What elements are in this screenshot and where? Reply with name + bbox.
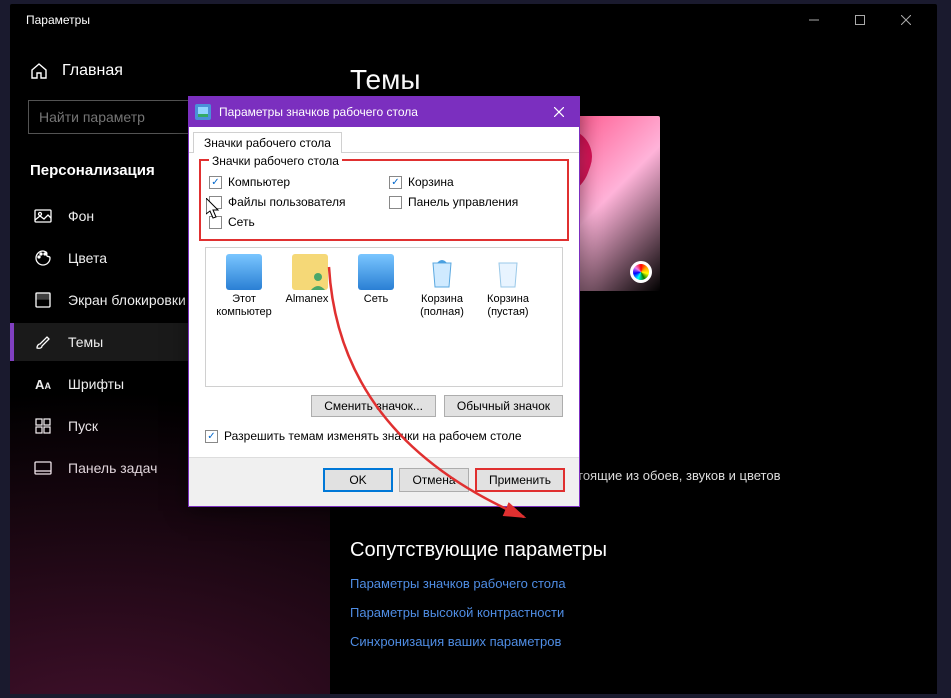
computer-icon xyxy=(226,254,262,290)
mouse-cursor xyxy=(206,198,222,220)
icon-item-recycle-full[interactable]: Корзина (полная) xyxy=(410,254,474,319)
ok-button[interactable]: OK xyxy=(323,468,393,492)
sidebar-item-label: Фон xyxy=(68,208,94,224)
group-title: Значки рабочего стола xyxy=(209,154,342,168)
checkbox-user-files[interactable]: Файлы пользователя xyxy=(209,195,379,209)
brush-icon xyxy=(34,333,52,351)
home-label: Главная xyxy=(62,62,123,80)
link-sync[interactable]: Синхронизация ваших параметров xyxy=(350,634,917,649)
icon-preview-list[interactable]: Этот компьютер Almanex . Сеть Корзина (п… xyxy=(205,247,563,387)
dialog-app-icon xyxy=(195,104,211,120)
recycle-full-icon xyxy=(424,254,460,290)
titlebar: Параметры xyxy=(10,4,937,36)
desktop-icons-dialog: Параметры значков рабочего стола Значки … xyxy=(188,96,580,507)
window-title: Параметры xyxy=(18,13,791,27)
dialog-content: Значки рабочего стола Значки рабочего ст… xyxy=(189,127,579,506)
icon-item-computer[interactable]: Этот компьютер xyxy=(212,254,276,319)
change-icon-button[interactable]: Сменить значок... xyxy=(311,395,436,417)
checkbox-icon xyxy=(209,176,222,189)
minimize-button[interactable] xyxy=(791,4,837,36)
picture-icon xyxy=(34,207,52,225)
checkbox-icon xyxy=(389,196,402,209)
allow-themes-row[interactable]: Разрешить темам изменять значки на рабоч… xyxy=(189,425,579,457)
sidebar-item-label: Темы xyxy=(68,334,103,350)
sidebar-item-label: Пуск xyxy=(68,418,98,434)
default-icon-button[interactable]: Обычный значок xyxy=(444,395,563,417)
sidebar-item-label: Панель задач xyxy=(68,460,157,476)
page-title: Темы xyxy=(350,64,917,96)
icon-item-recycle-empty[interactable]: Корзина (пустая) xyxy=(476,254,540,319)
color-wheel-icon xyxy=(630,261,652,283)
fonts-icon: AA xyxy=(34,375,52,393)
dialog-close-button[interactable] xyxy=(539,97,579,127)
dialog-title: Параметры значков рабочего стола xyxy=(219,105,539,119)
lockscreen-icon xyxy=(34,291,52,309)
user-folder-icon xyxy=(292,254,328,290)
start-icon xyxy=(34,417,52,435)
icon-item-network[interactable]: Сеть xyxy=(344,254,408,319)
recycle-empty-icon xyxy=(490,254,526,290)
related-heading: Сопутствующие параметры xyxy=(350,539,917,562)
allow-themes-label: Разрешить темам изменять значки на рабоч… xyxy=(224,429,522,443)
checkbox-group: Значки рабочего стола Компьютер Корзина … xyxy=(199,159,569,241)
tab-strip: Значки рабочего стола xyxy=(189,127,579,153)
apply-button[interactable]: Применить xyxy=(475,468,565,492)
dialog-footer: OK Отмена Применить xyxy=(189,457,579,506)
taskbar-icon xyxy=(34,459,52,477)
dialog-titlebar[interactable]: Параметры значков рабочего стола xyxy=(189,97,579,127)
sidebar-item-home[interactable]: Главная xyxy=(10,56,330,90)
sidebar-item-label: Экран блокировки xyxy=(68,292,186,308)
network-icon xyxy=(358,254,394,290)
link-high-contrast[interactable]: Параметры высокой контрастности xyxy=(350,605,917,620)
sidebar-item-label: Цвета xyxy=(68,250,107,266)
home-icon xyxy=(30,62,48,80)
tab-desktop-icons[interactable]: Значки рабочего стола xyxy=(193,132,342,153)
checkbox-icon xyxy=(205,430,218,443)
icon-item-user[interactable]: Almanex . xyxy=(278,254,342,319)
maximize-button[interactable] xyxy=(837,4,883,36)
checkbox-control-panel[interactable]: Панель управления xyxy=(389,195,559,209)
sidebar-item-label: Шрифты xyxy=(68,376,124,392)
icon-button-row: Сменить значок... Обычный значок xyxy=(189,395,579,425)
cancel-button[interactable]: Отмена xyxy=(399,468,469,492)
checkbox-network[interactable]: Сеть xyxy=(209,215,379,229)
palette-icon xyxy=(34,249,52,267)
link-desktop-icons[interactable]: Параметры значков рабочего стола xyxy=(350,576,917,591)
close-button[interactable] xyxy=(883,4,929,36)
checkbox-computer[interactable]: Компьютер xyxy=(209,175,379,189)
checkbox-icon xyxy=(389,176,402,189)
checkbox-recycle[interactable]: Корзина xyxy=(389,175,559,189)
window-controls xyxy=(791,4,929,36)
